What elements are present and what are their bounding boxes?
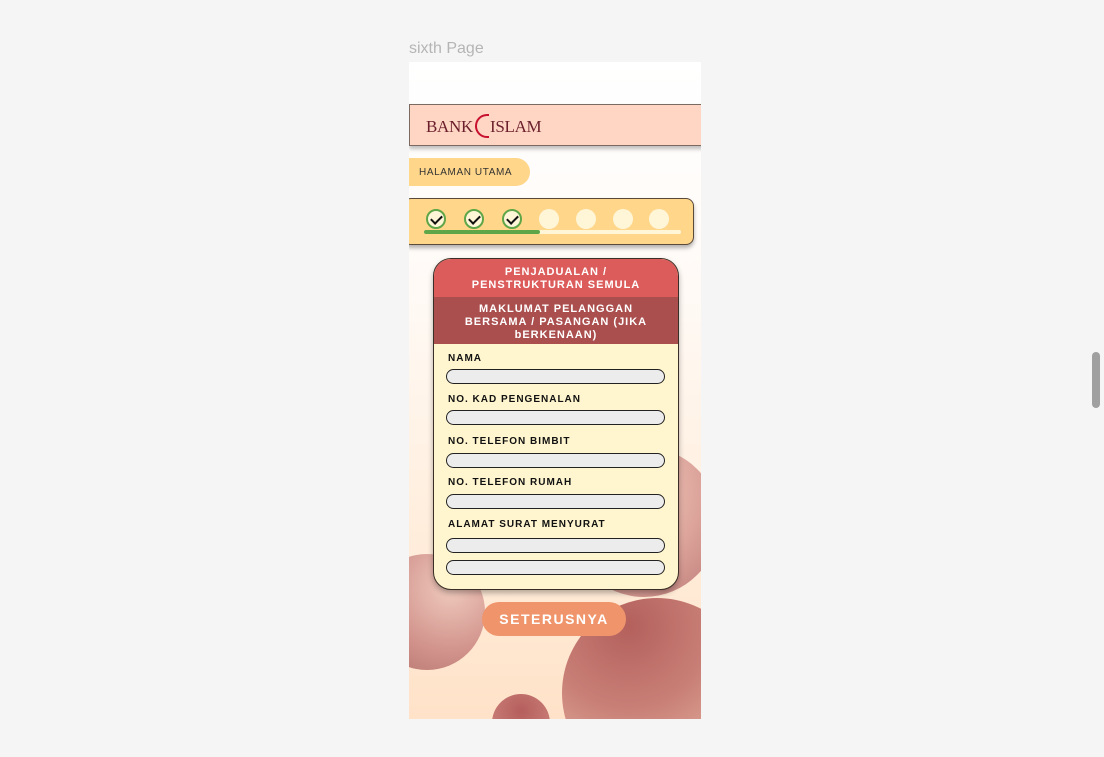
address-line-2-input[interactable]: [446, 560, 665, 575]
ic-number-input[interactable]: [446, 410, 665, 425]
frame-label: sixth Page: [409, 40, 484, 57]
mobile-phone-label: NO. TELEFON BIMBIT: [448, 436, 571, 447]
form-subtitle-line: bERKENAAN): [514, 329, 598, 341]
logo-text-right: ISLAM: [489, 117, 542, 136]
nama-input[interactable]: [446, 369, 665, 384]
progress-stepper: [409, 198, 694, 245]
step-3-complete: [502, 209, 522, 229]
app-header: BANK ISLAM: [409, 104, 701, 146]
logo-crescent-icon: [474, 114, 489, 138]
check-icon: [468, 212, 481, 225]
step-4-pending: [539, 209, 559, 229]
step-5-pending: [576, 209, 596, 229]
decorative-bubble: [492, 694, 550, 719]
form-title-line: PENSTRUKTURAN SEMULA: [471, 279, 641, 291]
next-button[interactable]: SETERUSNYA: [482, 602, 626, 636]
home-button[interactable]: HALAMAN UTAMA: [409, 158, 530, 186]
home-phone-label: NO. TELEFON RUMAH: [448, 477, 573, 488]
step-7-pending: [649, 209, 669, 229]
mobile-phone-input[interactable]: [446, 453, 665, 468]
form-title-line: PENJADUALAN /: [504, 266, 608, 278]
progress-track: [424, 230, 681, 234]
ic-number-label: NO. KAD PENGENALAN: [448, 394, 582, 405]
form-subtitle-line: BERSAMA / PASANGAN (JIKA: [464, 316, 648, 328]
check-icon: [506, 212, 519, 225]
bank-islam-logo: BANK ISLAM: [426, 114, 542, 139]
form-subtitle: MAKLUMAT PELANGGAN BERSAMA / PASANGAN (J…: [434, 297, 678, 344]
form-title: PENJADUALAN / PENSTRUKTURAN SEMULA: [434, 259, 678, 297]
step-6-pending: [613, 209, 633, 229]
address-line-1-input[interactable]: [446, 538, 665, 553]
address-label: ALAMAT SURAT MENYURAT: [448, 519, 606, 530]
step-2-complete: [464, 209, 484, 229]
home-phone-input[interactable]: [446, 494, 665, 509]
check-icon: [430, 212, 443, 225]
step-1-complete: [426, 209, 446, 229]
nama-label: NAMA: [448, 353, 482, 364]
form-subtitle-line: MAKLUMAT PELANGGAN: [478, 303, 634, 315]
phone-screen: BANK ISLAM HALAMAN UTAMA PENJADUALAN / P…: [409, 62, 701, 719]
page-scrollbar[interactable]: [1092, 352, 1100, 408]
progress-fill: [424, 230, 540, 234]
customer-info-form: PENJADUALAN / PENSTRUKTURAN SEMULA MAKLU…: [433, 258, 679, 590]
logo-text-left: BANK: [426, 117, 473, 136]
